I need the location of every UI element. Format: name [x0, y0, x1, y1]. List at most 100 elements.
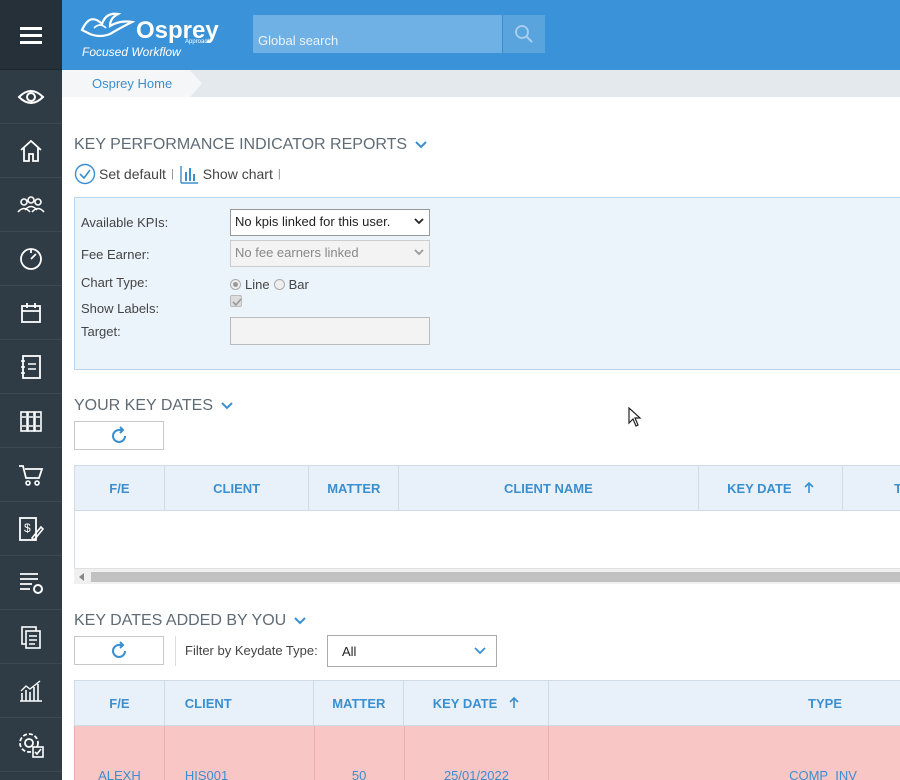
- search-button[interactable]: [502, 15, 545, 53]
- check-circle-icon: [74, 163, 96, 185]
- col-type[interactable]: TYPE: [549, 681, 900, 725]
- svg-text:$: $: [24, 521, 31, 535]
- sidebar-item-billing[interactable]: $: [0, 502, 62, 556]
- list-settings-icon: [20, 572, 43, 594]
- global-search-input[interactable]: [253, 15, 502, 53]
- kpi-toolbar: Set default | Show chart |: [74, 163, 286, 185]
- col-matter[interactable]: MATTER: [309, 466, 400, 510]
- refresh-icon: [112, 640, 126, 658]
- dashboard-gauge-icon: [20, 247, 42, 270]
- cell-key-date[interactable]: 25/01/2022: [405, 726, 550, 780]
- scroll-left-arrow-icon[interactable]: [79, 573, 84, 581]
- sidebar-item-dashboard[interactable]: [0, 232, 62, 286]
- address-book-icon: [21, 354, 41, 379]
- chevron-down-icon: [414, 218, 424, 225]
- chart-type-line-radio[interactable]: [230, 279, 241, 290]
- chevron-down-icon: [221, 402, 233, 410]
- show-labels-checkbox[interactable]: [230, 295, 242, 307]
- cell-type[interactable]: COMP_INV: [549, 726, 900, 780]
- sort-ascending-icon: [509, 697, 519, 708]
- documents-icon: [21, 625, 41, 649]
- chart-type-label: Chart Type:: [81, 275, 148, 290]
- scrollbar-thumb[interactable]: [91, 572, 900, 582]
- filter-keydate-type-select[interactable]: All: [327, 635, 497, 667]
- col-key-date-label: KEY DATE: [432, 695, 498, 711]
- bar-chart-icon: [180, 166, 198, 184]
- cell-fe[interactable]: ALEXH: [75, 726, 165, 780]
- logo-sub: Approach: [185, 39, 211, 45]
- show-labels-label: Show Labels:: [81, 301, 160, 316]
- sidebar-item-documents[interactable]: [0, 610, 62, 664]
- horizontal-scrollbar[interactable]: [74, 568, 900, 584]
- chart-type-bar-radio[interactable]: [273, 279, 285, 290]
- osprey-logo[interactable]: Osprey Approach Focused Workflow: [80, 8, 230, 64]
- cell-client[interactable]: HIS001: [165, 726, 315, 780]
- mouse-pointer-icon: [628, 407, 642, 427]
- sidebar-item-calendar[interactable]: [0, 286, 62, 340]
- col-fe[interactable]: F/E: [75, 466, 165, 510]
- sidebar-item-reports[interactable]: [0, 664, 62, 718]
- app-header: Osprey Approach Focused Workflow: [62, 0, 900, 70]
- target-input[interactable]: [230, 317, 430, 345]
- fee-earner-value: No fee earners linked: [235, 245, 359, 260]
- show-chart-button[interactable]: Show chart: [203, 166, 273, 182]
- cart-icon: [19, 464, 44, 486]
- billing-edit-icon: $: [19, 516, 44, 541]
- sidebar-item-admin[interactable]: [0, 718, 62, 772]
- admin-settings-icon: [19, 732, 44, 758]
- kpi-settings-panel: Available KPIs: No kpis linked for this …: [74, 197, 900, 370]
- people-icon: [17, 195, 45, 213]
- divider: [175, 636, 176, 666]
- col-client[interactable]: CLIENT: [165, 466, 310, 510]
- col-key-date[interactable]: KEY DATE: [404, 681, 549, 725]
- key-dates-refresh-button[interactable]: [74, 421, 164, 450]
- chevron-down-icon: [474, 647, 486, 655]
- sidebar-item-library[interactable]: [0, 394, 62, 448]
- available-kpis-select[interactable]: No kpis linked for this user.: [230, 209, 430, 236]
- filter-keydate-type-label: Filter by Keydate Type:: [185, 643, 318, 658]
- home-icon: [20, 139, 42, 162]
- sort-ascending-icon: [804, 482, 814, 493]
- sidebar-item-cart[interactable]: [0, 448, 62, 502]
- chart-type-options: Line Bar: [230, 277, 309, 292]
- set-default-button[interactable]: Set default: [99, 166, 166, 182]
- search-icon: [515, 25, 533, 43]
- col-matter[interactable]: MATTER: [314, 681, 405, 725]
- sidebar-item-home[interactable]: [0, 124, 62, 178]
- available-kpis-value: No kpis linked for this user.: [235, 214, 391, 229]
- menu-toggle-button[interactable]: [0, 0, 62, 70]
- col-client[interactable]: CLIENT: [165, 681, 315, 725]
- col-fe[interactable]: F/E: [75, 681, 165, 725]
- toolbar-separator: |: [170, 168, 174, 180]
- sidebar-item-view[interactable]: [0, 70, 62, 124]
- breadcrumb-home-link[interactable]: Osprey Home: [62, 70, 202, 97]
- col-client-name[interactable]: CLIENT NAME: [399, 466, 699, 510]
- library-icon: [20, 410, 42, 432]
- col-key-date[interactable]: KEY DATE: [699, 466, 844, 510]
- hamburger-menu-icon: [20, 26, 42, 44]
- sidebar-item-workflow-settings[interactable]: [0, 556, 62, 610]
- breadcrumb: Osprey Home: [62, 70, 900, 97]
- chevron-down-icon: [415, 141, 427, 149]
- sidebar-item-contacts[interactable]: [0, 340, 62, 394]
- fee-earner-select[interactable]: No fee earners linked: [230, 240, 430, 267]
- cell-matter[interactable]: 50: [315, 726, 405, 780]
- fee-earner-label: Fee Earner:: [81, 247, 150, 262]
- toolbar-separator: |: [277, 168, 281, 180]
- key-dates-table-body: [74, 511, 900, 568]
- chevron-down-icon: [294, 617, 306, 625]
- sidebar-item-clients[interactable]: [0, 178, 62, 232]
- filter-keydate-type-value: All: [342, 644, 357, 659]
- col-type-partial[interactable]: T: [843, 466, 900, 510]
- kpi-section-title: KEY PERFORMANCE INDICATOR REPORTS: [74, 136, 408, 153]
- chart-type-line-label: Line: [245, 277, 270, 292]
- added-by-you-section-header[interactable]: KEY DATES ADDED BY YOU: [74, 612, 306, 630]
- added-by-you-refresh-button[interactable]: [74, 636, 164, 665]
- table-row[interactable]: ALEXH HIS001 50 25/01/2022 COMP_INV: [74, 726, 900, 780]
- key-dates-section-header[interactable]: YOUR KEY DATES: [74, 397, 233, 415]
- osprey-birds-logo-icon: [80, 12, 136, 38]
- checkmark-icon: [232, 298, 242, 307]
- kpi-section-header[interactable]: KEY PERFORMANCE INDICATOR REPORTS: [74, 136, 427, 154]
- sidebar: $: [0, 0, 62, 780]
- logo-tagline: Focused Workflow: [82, 45, 181, 59]
